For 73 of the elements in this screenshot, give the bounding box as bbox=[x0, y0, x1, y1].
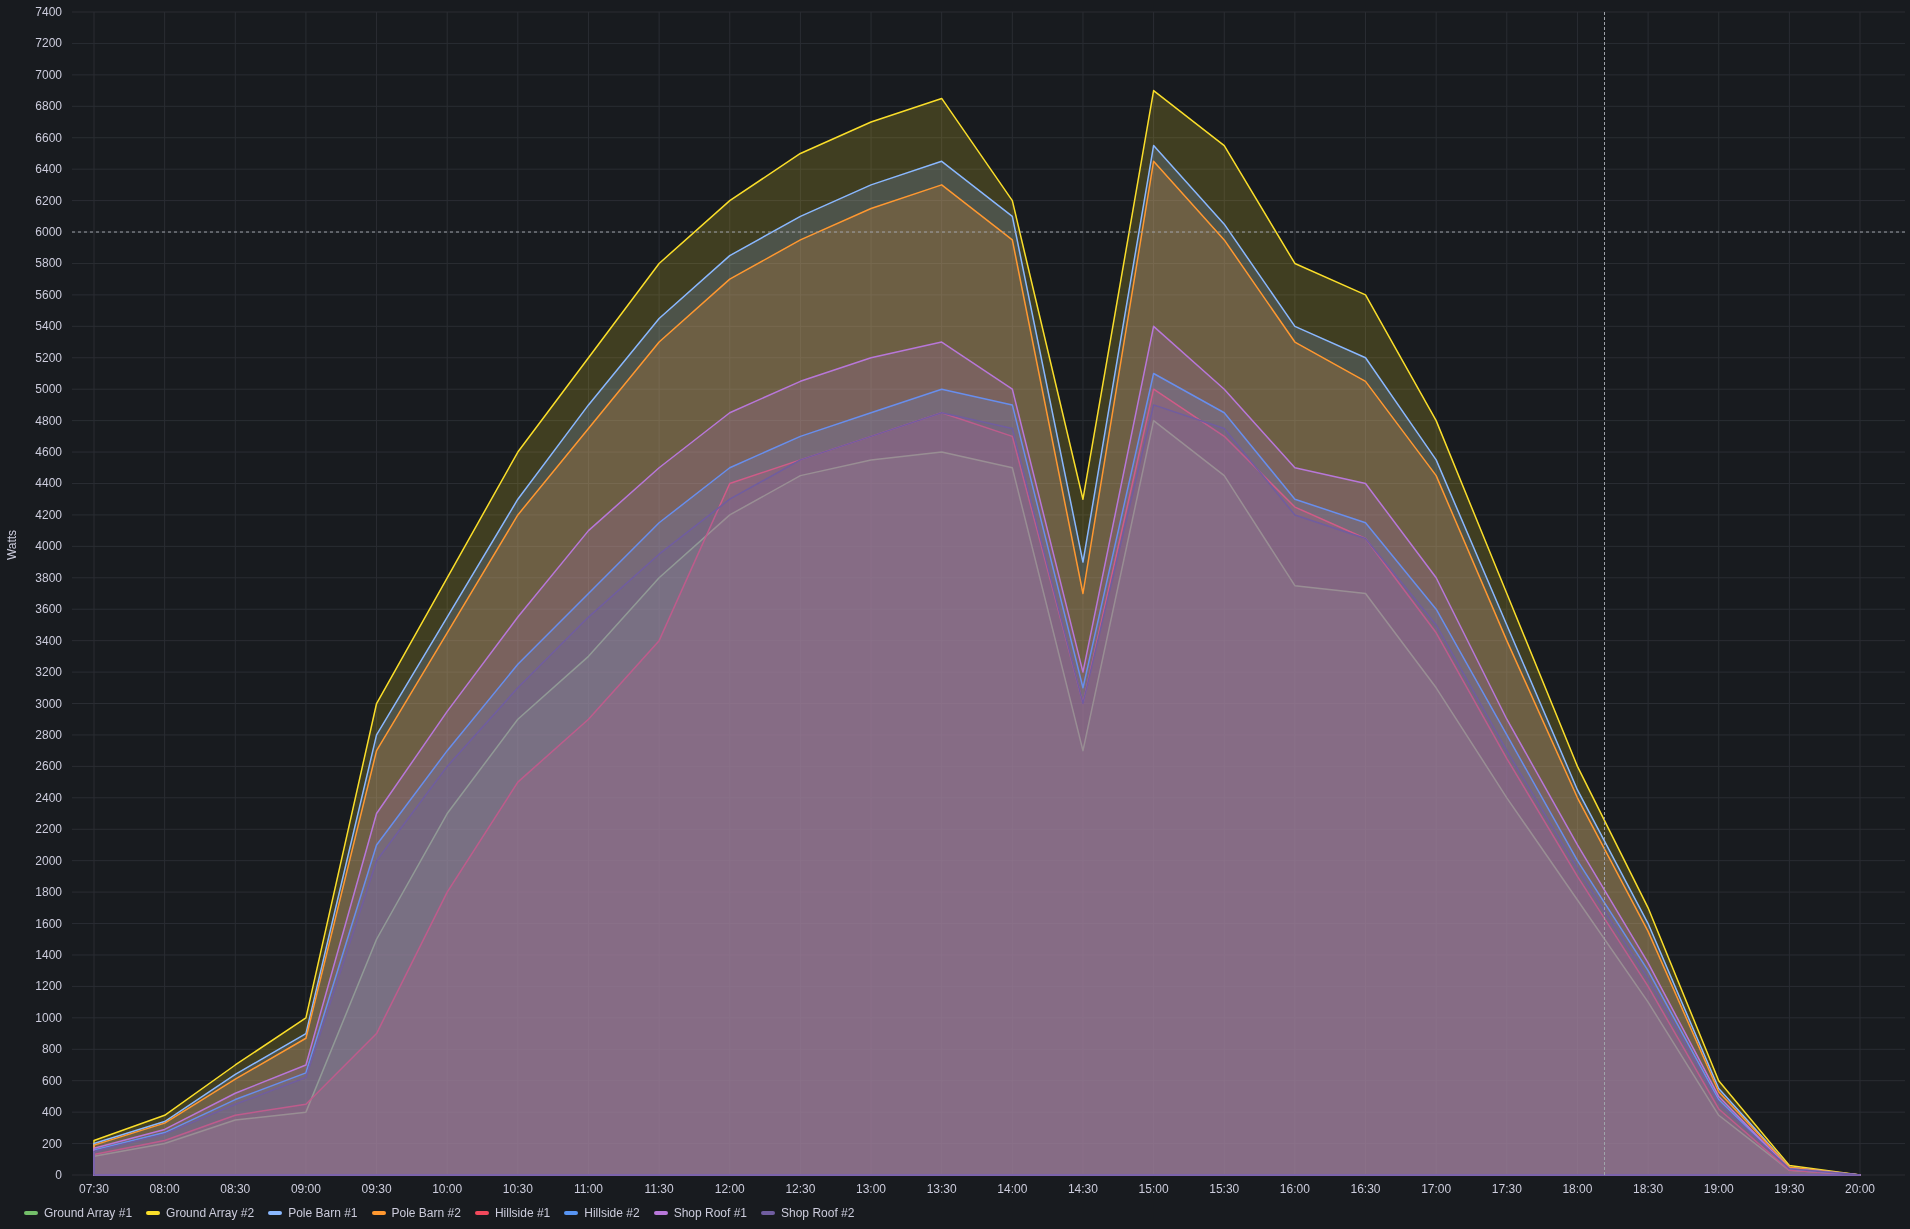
y-tick-label: 3600 bbox=[35, 602, 62, 617]
x-tick-label: 18:30 bbox=[1633, 1182, 1664, 1196]
x-tick-label: 10:30 bbox=[502, 1182, 533, 1196]
y-tick-label: 5800 bbox=[35, 256, 62, 271]
y-tick-label: 5600 bbox=[35, 287, 62, 302]
y-tick-label: 3000 bbox=[35, 696, 62, 711]
y-tick-label: 3800 bbox=[35, 570, 62, 585]
x-tick-label: 07:30 bbox=[79, 1182, 109, 1196]
y-tick-label: 1800 bbox=[35, 885, 62, 900]
y-tick-label: 1400 bbox=[35, 947, 62, 962]
y-axis-label: Watts bbox=[5, 529, 19, 561]
y-tick-label: 3200 bbox=[35, 665, 62, 680]
y-tick-label: 4200 bbox=[35, 507, 62, 522]
x-tick-label: 12:00 bbox=[714, 1182, 745, 1196]
x-tick-label: 14:30 bbox=[1067, 1182, 1098, 1196]
x-tick-label: 19:30 bbox=[1774, 1182, 1805, 1196]
y-tick-label: 2200 bbox=[35, 822, 62, 837]
y-tick-label: 2400 bbox=[35, 790, 62, 805]
legend-label[interactable]: Shop Roof #2 bbox=[781, 1206, 855, 1220]
y-tick-label: 4800 bbox=[35, 413, 62, 428]
y-tick-label: 6600 bbox=[35, 130, 62, 145]
y-tick-label: 0 bbox=[55, 1168, 62, 1182]
y-tick-label: 5200 bbox=[35, 350, 62, 365]
y-tick-label: 4600 bbox=[35, 445, 62, 460]
legend-label[interactable]: Hillside #1 bbox=[494, 1206, 551, 1220]
legend-label[interactable]: Ground Array #2 bbox=[166, 1206, 255, 1220]
legend-label[interactable]: Hillside #2 bbox=[584, 1206, 640, 1220]
y-tick-label: 4000 bbox=[35, 539, 62, 554]
x-tick-label: 08:00 bbox=[149, 1182, 180, 1196]
x-tick-label: 08:30 bbox=[220, 1182, 251, 1196]
y-tick-label: 6400 bbox=[35, 162, 62, 177]
y-tick-label: 2000 bbox=[35, 853, 62, 868]
y-tick-label: 4400 bbox=[35, 476, 62, 491]
y-tick-label: 6200 bbox=[35, 193, 62, 208]
legend-label[interactable]: Shop Roof #1 bbox=[673, 1206, 747, 1220]
y-tick-label: 6800 bbox=[35, 99, 62, 114]
y-tick-label: 1000 bbox=[35, 1010, 62, 1025]
x-tick-label: 11:30 bbox=[644, 1182, 674, 1196]
x-tick-label: 11:00 bbox=[573, 1182, 604, 1196]
x-tick-label: 19:00 bbox=[1703, 1182, 1734, 1196]
y-tick-label: 200 bbox=[41, 1136, 62, 1151]
x-tick-label: 16:30 bbox=[1350, 1182, 1381, 1196]
y-tick-label: 400 bbox=[41, 1105, 62, 1120]
y-tick-label: 1600 bbox=[35, 916, 62, 931]
y-tick-label: 3400 bbox=[35, 633, 62, 648]
x-tick-label: 17:30 bbox=[1491, 1182, 1522, 1196]
y-tick-label: 2600 bbox=[35, 759, 62, 774]
legend-label[interactable]: Pole Barn #1 bbox=[288, 1206, 358, 1220]
x-tick-label: 15:30 bbox=[1209, 1182, 1240, 1196]
x-tick-label: 12:30 bbox=[785, 1182, 816, 1196]
y-tick-label: 6000 bbox=[35, 225, 62, 240]
y-tick-label: 5000 bbox=[35, 382, 62, 397]
x-tick-label: 09:30 bbox=[361, 1182, 392, 1196]
x-tick-label: 17:00 bbox=[1421, 1182, 1452, 1196]
x-tick-label: 13:00 bbox=[856, 1182, 887, 1196]
x-tick-label: 10:00 bbox=[432, 1182, 463, 1196]
y-tick-label: 7000 bbox=[35, 67, 62, 82]
y-tick-label: 600 bbox=[41, 1073, 62, 1088]
x-tick-label: 20:00 bbox=[1845, 1182, 1875, 1196]
x-tick-label: 18:00 bbox=[1562, 1182, 1593, 1196]
y-tick-label: 800 bbox=[41, 1042, 62, 1057]
y-tick-label: 7400 bbox=[35, 5, 62, 19]
x-tick-label: 14:00 bbox=[997, 1182, 1028, 1196]
x-tick-label: 16:00 bbox=[1279, 1182, 1310, 1196]
x-tick-label: 09:00 bbox=[290, 1182, 321, 1196]
y-tick-label: 1200 bbox=[35, 979, 62, 994]
x-tick-label: 13:30 bbox=[926, 1182, 957, 1196]
y-tick-label: 5400 bbox=[35, 319, 62, 334]
legend-label[interactable]: Pole Barn #2 bbox=[391, 1206, 461, 1220]
legend-label[interactable]: Ground Array #1 bbox=[44, 1206, 133, 1220]
y-tick-label: 7200 bbox=[35, 36, 62, 51]
x-tick-label: 15:00 bbox=[1138, 1182, 1169, 1196]
y-tick-label: 2800 bbox=[35, 727, 62, 742]
